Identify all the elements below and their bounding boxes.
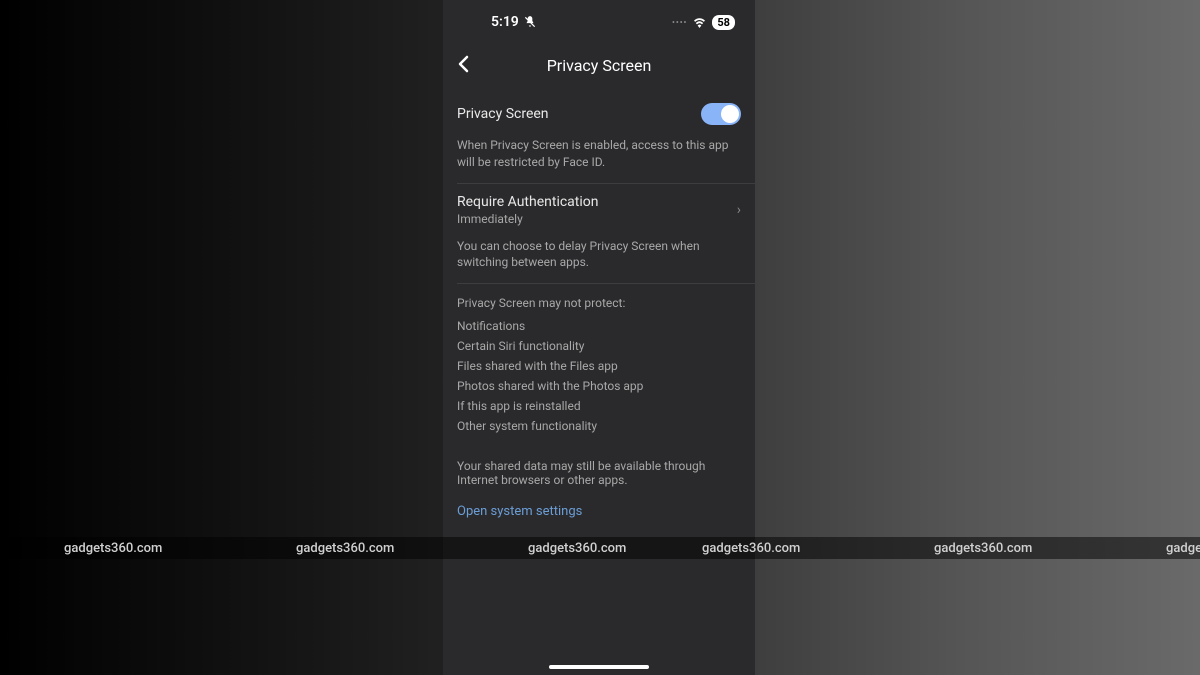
chevron-left-icon: [457, 55, 469, 73]
page-header: Privacy Screen: [443, 40, 755, 93]
back-button[interactable]: [457, 54, 469, 78]
privacy-screen-label: Privacy Screen: [457, 106, 549, 122]
phone-screen: 5:19 •••• 58 Privacy Screen Privacy Scre…: [443, 0, 755, 675]
status-bar: 5:19 •••• 58: [443, 0, 755, 40]
watermark-text: gadgets360.com: [64, 541, 162, 556]
limitation-item: Certain Siri functionality: [457, 336, 741, 356]
chevron-right-icon: ›: [737, 202, 741, 218]
watermark-text: gadgets360.com: [702, 541, 800, 556]
watermark-text: gadgets360.com: [1166, 541, 1200, 556]
limitation-item: Photos shared with the Photos app: [457, 376, 741, 396]
watermark-text: gadgets360.com: [528, 541, 626, 556]
require-auth-title: Require Authentication: [457, 194, 599, 210]
open-system-settings-link[interactable]: Open system settings: [443, 494, 755, 529]
status-time: 5:19: [491, 14, 519, 30]
home-indicator[interactable]: [549, 665, 649, 669]
require-auth-value: Immediately: [457, 212, 599, 226]
privacy-screen-toggle[interactable]: [701, 103, 741, 125]
bell-muted-icon: [523, 15, 537, 29]
page-title: Privacy Screen: [457, 56, 741, 75]
limitation-item: If this app is reinstalled: [457, 396, 741, 416]
limitations-section: Privacy Screen may not protect: Notifica…: [443, 284, 755, 494]
watermark-text: gadgets360.com: [296, 541, 394, 556]
signal-dots-icon: ••••: [672, 18, 687, 27]
watermark-text: gadgets360.com: [934, 541, 1032, 556]
limitations-footer: Your shared data may still be available …: [457, 456, 741, 490]
require-auth-row[interactable]: Require Authentication Immediately ›: [443, 184, 755, 236]
battery-indicator: 58: [712, 15, 735, 30]
watermark-bar: gadgets360.com gadgets360.com gadgets360…: [0, 537, 1200, 559]
require-auth-description: You can choose to delay Privacy Screen w…: [443, 236, 755, 284]
wifi-icon: [692, 17, 707, 28]
limitation-item: Other system functionality: [457, 416, 741, 436]
privacy-screen-row: Privacy Screen: [443, 93, 755, 135]
limitation-item: Files shared with the Files app: [457, 356, 741, 376]
privacy-screen-description: When Privacy Screen is enabled, access t…: [443, 135, 755, 183]
limitations-heading: Privacy Screen may not protect:: [457, 296, 741, 310]
limitation-item: Notifications: [457, 316, 741, 336]
